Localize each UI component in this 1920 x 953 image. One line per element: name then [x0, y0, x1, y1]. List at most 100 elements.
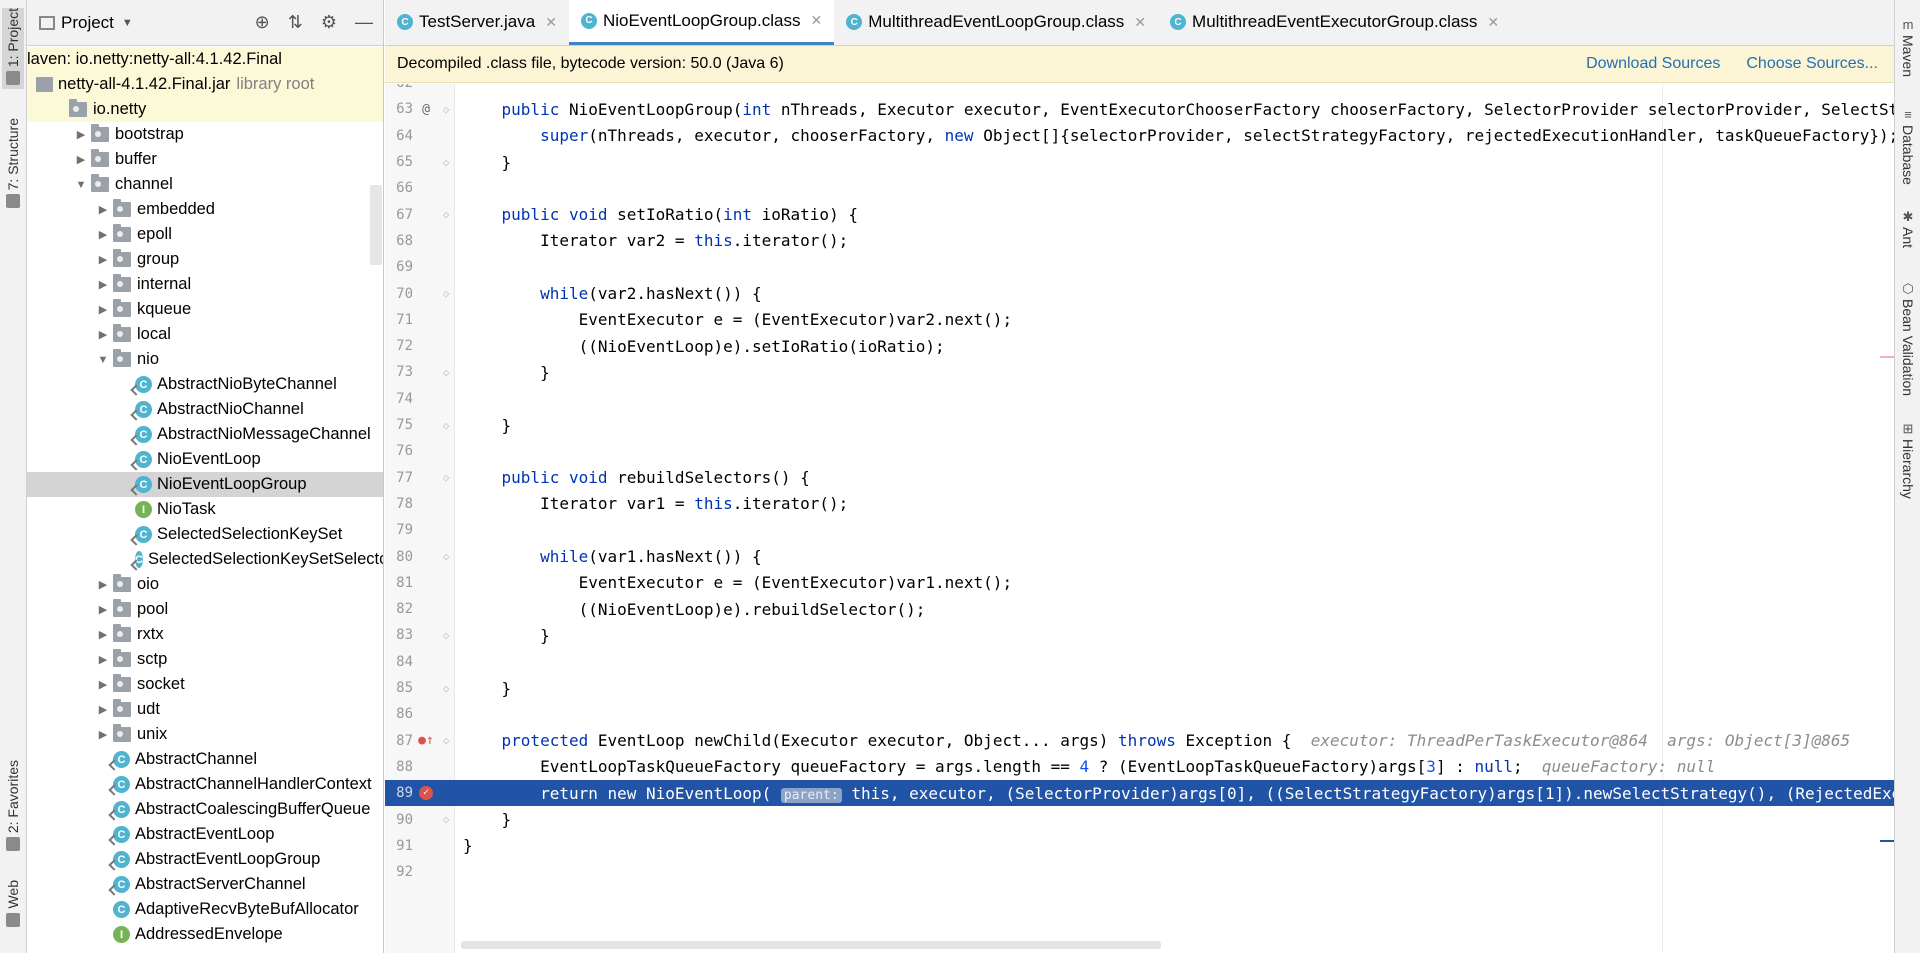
tree-class[interactable]: C AbstractEventLoopGroup — [27, 847, 383, 872]
tool-tab-database[interactable]: ≡ Database — [1898, 108, 1918, 185]
tree-class[interactable]: C AdaptiveRecvByteBufAllocator — [27, 897, 383, 922]
tree-folder[interactable]: ▶ bootstrap — [27, 122, 383, 147]
tree-class[interactable]: C AbstractNioMessageChannel — [27, 422, 383, 447]
collapse-all-icon[interactable]: ⇅ — [288, 12, 303, 33]
tree-class[interactable]: C AbstractNioChannel — [27, 397, 383, 422]
tree-folder[interactable]: io.netty — [27, 97, 383, 122]
tree-class[interactable]: C SelectedSelectionKeySetSelector — [27, 547, 383, 572]
editor-tab[interactable]: C MultithreadEventExecutorGroup.class ✕ — [1158, 0, 1511, 45]
chevron-right-icon[interactable]: ▶ — [97, 303, 109, 316]
chevron-right-icon[interactable]: ▶ — [97, 328, 109, 341]
tree-folder[interactable]: ▼ nio — [27, 347, 383, 372]
tree-class[interactable]: C AbstractServerChannel — [27, 872, 383, 897]
fold-marker-icon[interactable]: ◇ — [439, 419, 453, 432]
chevron-right-icon[interactable]: ▶ — [97, 578, 109, 591]
chevron-right-icon[interactable]: ▶ — [97, 653, 109, 666]
tree-item[interactable]: netty-all-4.1.42.Final.jar library root — [27, 72, 383, 97]
tree-item[interactable]: laven: io.netty:netty-all:4.1.42.Final — [27, 47, 383, 72]
close-icon[interactable]: ✕ — [1487, 14, 1499, 31]
tree-folder[interactable]: ▶ sctp — [27, 647, 383, 672]
tool-tab-hierarchy[interactable]: ⊞ Hierarchy — [1898, 422, 1918, 499]
chevron-right-icon[interactable]: ▶ — [97, 678, 109, 691]
chevron-right-icon[interactable]: ▶ — [97, 203, 109, 216]
project-view-selector[interactable]: Project — [61, 13, 114, 33]
editor-tab[interactable]: C MultithreadEventLoopGroup.class ✕ — [834, 0, 1158, 45]
tree-folder[interactable]: ▶ buffer — [27, 147, 383, 172]
locate-icon[interactable]: ⊕ — [255, 12, 270, 33]
chevron-right-icon[interactable]: ▶ — [97, 603, 109, 616]
fold-marker-icon[interactable]: ◇ — [439, 471, 453, 484]
chevron-right-icon[interactable]: ▶ — [75, 128, 87, 141]
chevron-right-icon[interactable]: ▶ — [97, 228, 109, 241]
gear-icon[interactable]: ⚙ — [321, 12, 337, 33]
breakpoint-icon[interactable]: ✓ — [419, 786, 433, 801]
override-breakpoint-icon[interactable]: ●↑ — [413, 733, 439, 748]
fold-marker-icon[interactable]: ◇ — [439, 208, 453, 221]
tree-folder[interactable]: ▶ epoll — [27, 222, 383, 247]
fold-marker-icon[interactable]: ◇ — [439, 366, 453, 379]
tool-tab-favorites[interactable]: 2: Favorites — [2, 760, 24, 855]
project-tree[interactable]: laven: io.netty:netty-all:4.1.42.Final ne… — [27, 47, 383, 953]
tree-scrollbar[interactable] — [370, 185, 382, 265]
chevron-right-icon[interactable]: ▶ — [97, 253, 109, 266]
tree-class[interactable]: C AbstractCoalescingBufferQueue — [27, 797, 383, 822]
tree-class[interactable]: I AddressedEnvelope — [27, 922, 383, 947]
close-icon[interactable]: ✕ — [545, 14, 557, 31]
tool-tab-ant[interactable]: ✱ Ant — [1898, 210, 1918, 249]
tree-folder[interactable]: ▼ channel — [27, 172, 383, 197]
tree-folder[interactable]: ▶ oio — [27, 572, 383, 597]
tree-folder[interactable]: ▶ group — [27, 247, 383, 272]
chevron-down-icon[interactable]: ▼ — [97, 354, 109, 366]
tree-class[interactable]: C AbstractNioByteChannel — [27, 372, 383, 397]
tree-class[interactable]: C NioEventLoop — [27, 447, 383, 472]
choose-sources-link[interactable]: Choose Sources... — [1746, 55, 1878, 73]
tool-tab-maven[interactable]: m Maven — [1898, 18, 1918, 78]
fold-marker-icon[interactable]: ◇ — [439, 550, 453, 563]
tree-class[interactable]: C AbstractChannel — [27, 747, 383, 772]
fold-marker-icon[interactable]: ◇ — [439, 156, 453, 169]
fold-marker-icon[interactable]: ◇ — [439, 682, 453, 695]
fold-marker-icon[interactable]: ◇ — [439, 287, 453, 300]
tree-folder[interactable]: ▶ kqueue — [27, 297, 383, 322]
tree-folder[interactable]: ▶ rxtx — [27, 622, 383, 647]
tree-folder[interactable]: ▶ pool — [27, 597, 383, 622]
tree-class[interactable]: I NioTask — [27, 497, 383, 522]
chevron-right-icon[interactable]: ▶ — [97, 703, 109, 716]
chevron-down-icon[interactable]: ▼ — [122, 17, 133, 29]
tool-tab-structure[interactable]: 7: Structure — [2, 118, 24, 212]
chevron-right-icon[interactable]: ▶ — [75, 153, 87, 166]
chevron-right-icon[interactable]: ▶ — [97, 728, 109, 741]
tree-folder[interactable]: ▶ udt — [27, 697, 383, 722]
fold-marker-icon[interactable]: ◇ — [439, 103, 453, 116]
hide-icon[interactable]: — — [355, 12, 373, 33]
chevron-right-icon[interactable]: ▶ — [97, 278, 109, 291]
download-sources-link[interactable]: Download Sources — [1586, 55, 1720, 73]
tool-tab-bean-validation[interactable]: ⬡ Bean Validation — [1898, 282, 1918, 397]
tree-item-label: pool — [137, 600, 169, 618]
tree-class[interactable]: C NioEventLoopGroup — [27, 472, 383, 497]
chevron-right-icon[interactable]: ▶ — [97, 628, 109, 641]
editor-tab[interactable]: C TestServer.java ✕ — [385, 0, 569, 45]
tree-class[interactable]: C AbstractChannelHandlerContext — [27, 772, 383, 797]
close-icon[interactable]: ✕ — [1134, 14, 1146, 31]
fold-marker-icon[interactable]: ◇ — [439, 813, 453, 826]
tree-class[interactable]: C SelectedSelectionKeySet — [27, 522, 383, 547]
tree-folder[interactable]: ▶ unix — [27, 722, 383, 747]
tool-tab-web[interactable]: Web — [2, 880, 24, 931]
chevron-down-icon[interactable]: ▼ — [75, 179, 87, 191]
annotation-icon[interactable]: @ — [413, 102, 439, 117]
code-editor[interactable]: 6263@◇ public NioEventLoopGroup(int nThr… — [385, 84, 1894, 953]
horizontal-scrollbar[interactable] — [461, 941, 1161, 949]
close-icon[interactable]: ✕ — [810, 12, 822, 29]
error-stripe-mark[interactable] — [1880, 356, 1894, 358]
tree-folder[interactable]: ▶ socket — [27, 672, 383, 697]
caret-stripe-mark[interactable] — [1880, 840, 1894, 842]
tree-folder[interactable]: ▶ embedded — [27, 197, 383, 222]
tree-class[interactable]: C AbstractEventLoop — [27, 822, 383, 847]
fold-marker-icon[interactable]: ◇ — [439, 629, 453, 642]
tree-folder[interactable]: ▶ internal — [27, 272, 383, 297]
tool-tab-project[interactable]: 1: Project — [2, 8, 24, 90]
fold-marker-icon[interactable]: ◇ — [439, 734, 453, 747]
editor-tab[interactable]: C NioEventLoopGroup.class ✕ — [568, 0, 835, 45]
tree-folder[interactable]: ▶ local — [27, 322, 383, 347]
